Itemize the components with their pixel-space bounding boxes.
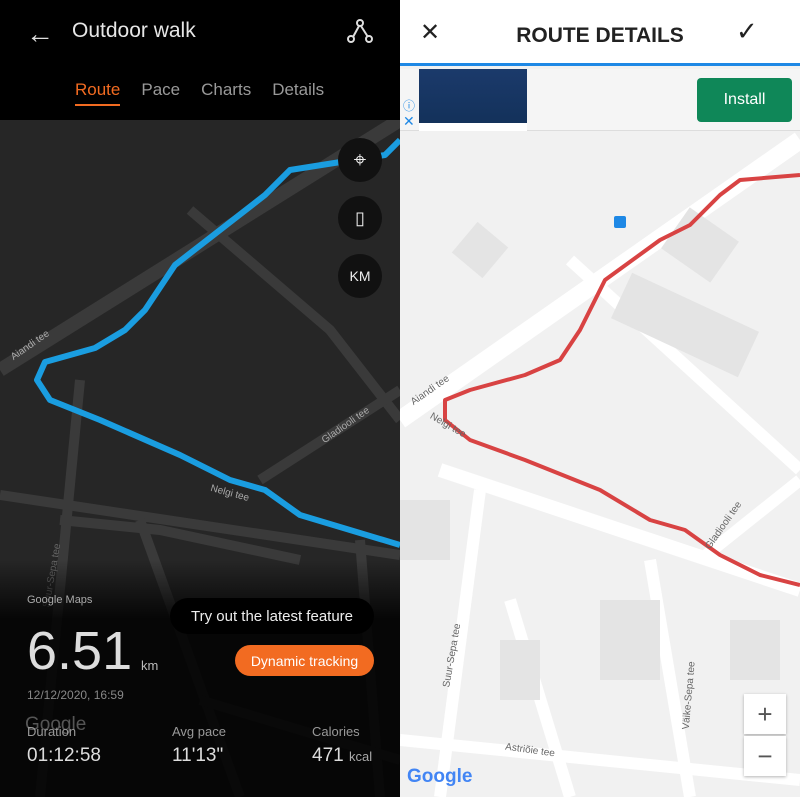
zoom-out-button[interactable]: − [744,736,786,776]
units-button[interactable]: KM [338,254,382,298]
tab-charts[interactable]: Charts [201,80,251,106]
stat-unit: kcal [348,749,373,764]
info-icon[interactable]: ⓘ [403,97,415,114]
route-share-icon[interactable] [346,18,374,44]
tab-details[interactable]: Details [272,80,324,106]
tab-pace[interactable]: Pace [141,80,180,106]
stat-label: Calories [312,724,360,739]
crosshair-icon: ⌖ [353,147,367,172]
locate-button[interactable]: ⌖ [338,138,382,182]
ad-banner[interactable]: ⓘ ✕ Install [400,69,800,131]
distance-value: 6.51 [27,621,133,681]
ad-close-icon[interactable]: ✕ [403,113,415,130]
route-details-panel: ✕ ROUTE DETAILS ✓ ⓘ ✕ Install Aiandi tee… [400,0,800,797]
dynamic-tracking-button[interactable]: Dynamic tracking [235,645,374,676]
map-icon: ▯ [355,207,365,228]
zoom-in-button[interactable]: + [744,694,786,734]
tab-route[interactable]: Route [75,80,121,106]
bus-stop-icon [614,216,626,228]
stat-value: 01:12:58 [27,745,101,766]
stat-value: 471 [312,745,344,766]
stat-value: 11'13" [172,745,224,766]
workout-date: 12/12/2020, 16:59 [27,688,124,702]
ad-image[interactable] [419,69,527,131]
back-arrow-icon[interactable]: ← [26,18,54,50]
distance-unit: km [141,658,159,673]
map-provider: Google Maps [27,594,93,606]
tab-bar: Route Pace Charts Details [75,80,324,106]
summary-panel: Google Maps 6.51 km 12/12/2020, 16:59 Go… [0,560,400,797]
map-type-button[interactable]: ▯ [338,196,382,240]
header: ✕ ROUTE DETAILS ✓ [400,0,800,66]
stat-label: Avg pace [172,724,226,739]
google-logo: Google [407,766,473,787]
checkmark-icon[interactable]: ✓ [736,16,758,47]
workout-panel: ← Outdoor walk Route Pace Charts Details… [0,0,400,797]
header: ← Outdoor walk Route Pace Charts Details [0,0,400,120]
stat-calories: Calories 471 kcal [312,724,372,767]
stat-duration: Duration 01:12:58 [27,724,101,767]
install-button[interactable]: Install [697,78,792,122]
feature-tooltip: Try out the latest feature [170,598,374,634]
stat-label: Duration [27,724,77,739]
page-title: Outdoor walk [72,19,196,42]
stat-avg-pace: Avg pace 11'13" [172,724,226,767]
